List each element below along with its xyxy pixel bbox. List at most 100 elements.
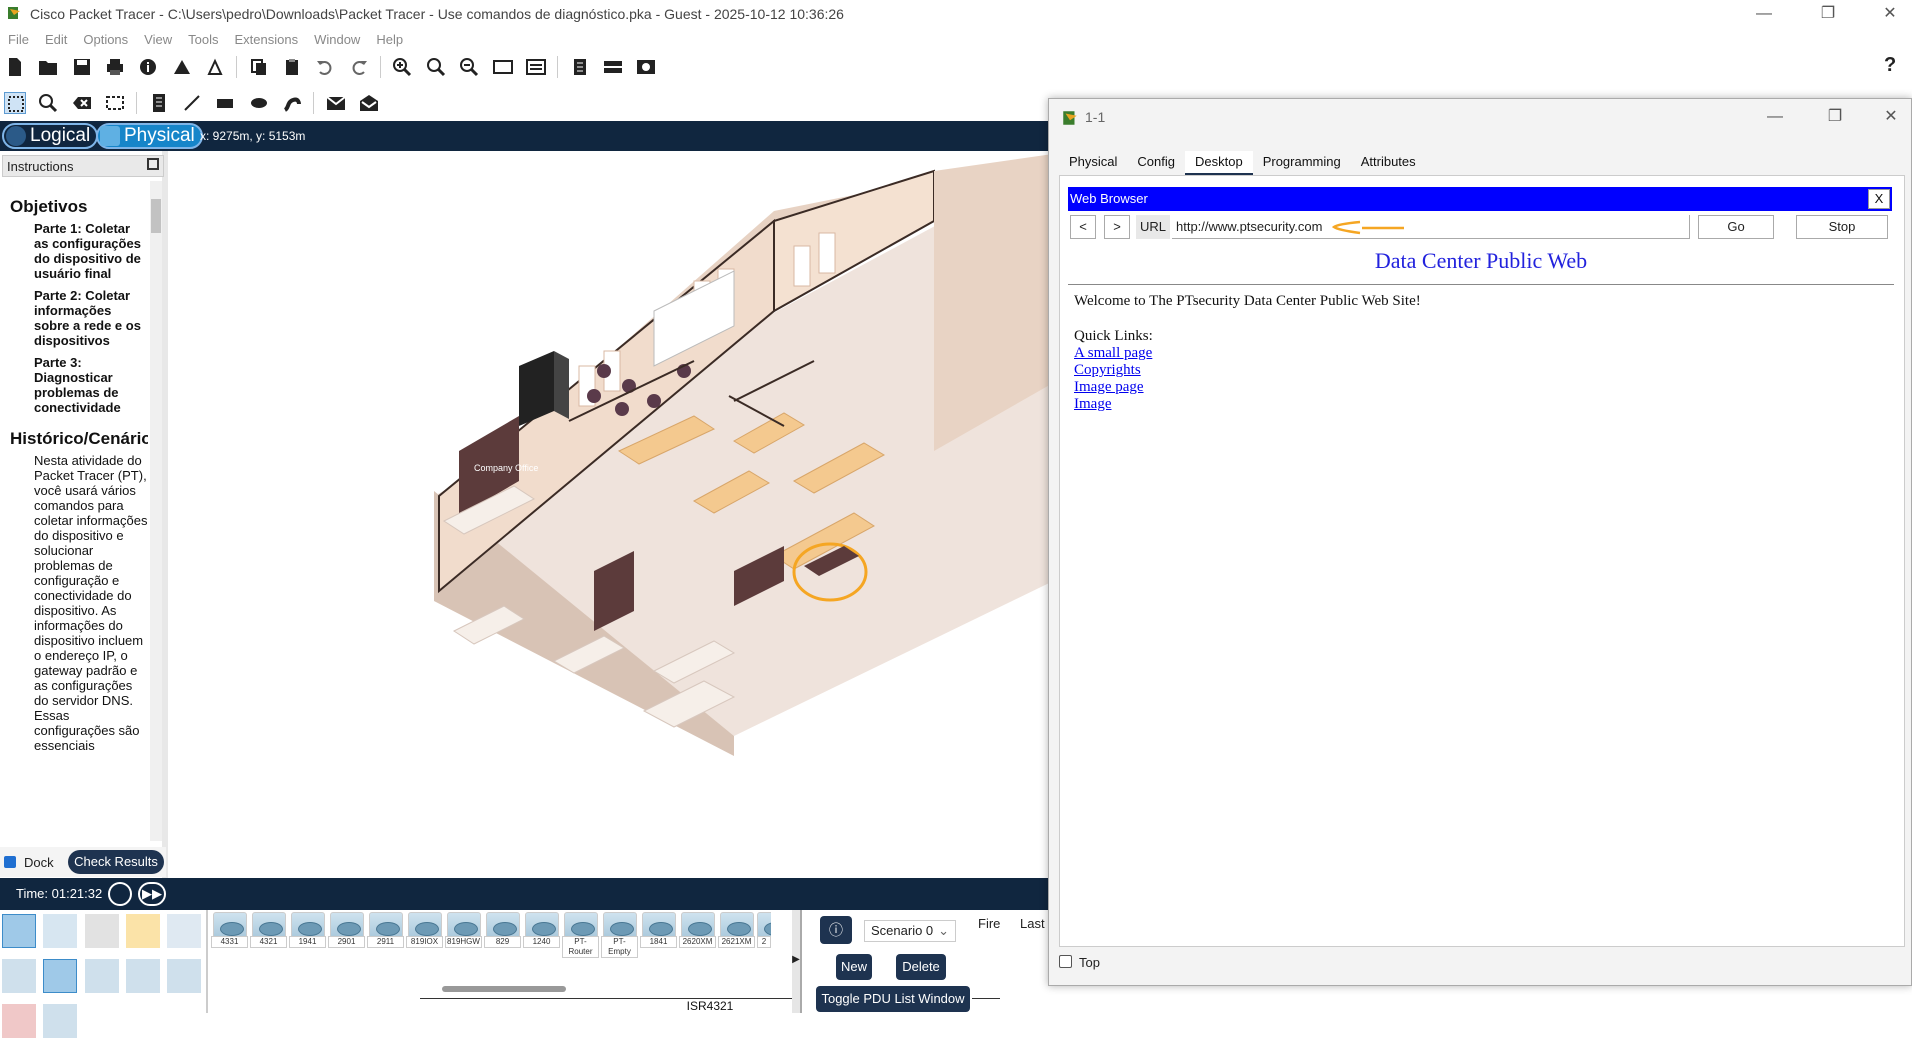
- info-button-icon[interactable]: ⓘ: [820, 916, 852, 944]
- resize-shape-icon[interactable]: [104, 92, 126, 114]
- draw-ellipse-icon[interactable]: [248, 92, 270, 114]
- device-1841[interactable]: 1841: [640, 912, 677, 948]
- back-button[interactable]: <: [1070, 215, 1096, 239]
- collapse-arrow-icon[interactable]: ▶: [792, 910, 800, 1013]
- routers-subcategory-icon[interactable]: [43, 959, 78, 993]
- network-devices-category-icon[interactable]: [2, 914, 36, 948]
- device-819hgw[interactable]: 819HGW: [445, 912, 482, 948]
- top-checkbox[interactable]: [1059, 955, 1072, 968]
- device-pt-router[interactable]: PT-Router: [562, 912, 599, 958]
- switches-subcategory-icon[interactable]: [84, 959, 119, 993]
- redo-icon[interactable]: [348, 56, 370, 78]
- device-1941[interactable]: 1941: [289, 912, 326, 948]
- network-info-icon[interactable]: [602, 56, 624, 78]
- screenshot-icon[interactable]: [635, 56, 657, 78]
- menu-tools[interactable]: Tools: [188, 32, 218, 47]
- device-list-scrollbar[interactable]: [442, 986, 566, 992]
- dialog-close-button[interactable]: ✕: [1879, 107, 1903, 127]
- menu-edit[interactable]: Edit: [45, 32, 67, 47]
- physical-mode-button[interactable]: Physical: [96, 123, 203, 149]
- zoom-out-icon[interactable]: [458, 56, 480, 78]
- device-4331[interactable]: 4331: [211, 912, 248, 948]
- tab-attributes[interactable]: Attributes: [1351, 151, 1426, 173]
- components-category-icon[interactable]: [84, 914, 119, 948]
- device-pt-empty[interactable]: PT-Empty: [601, 912, 638, 958]
- end-devices-category-icon[interactable]: [43, 914, 78, 948]
- freeform-icon[interactable]: [281, 92, 303, 114]
- inspect-icon[interactable]: [37, 92, 59, 114]
- misc-category-icon[interactable]: [167, 914, 202, 948]
- minimize-button[interactable]: —: [1752, 4, 1776, 24]
- menu-options[interactable]: Options: [83, 32, 128, 47]
- zoom-reset-icon[interactable]: [425, 56, 447, 78]
- logical-mode-button[interactable]: Logical: [2, 123, 99, 149]
- device-4321[interactable]: 4321: [250, 912, 287, 948]
- device-2621xm[interactable]: 2621XM: [718, 912, 755, 948]
- wireless-subcategory-icon[interactable]: [167, 959, 202, 993]
- instructions-scrollbar[interactable]: [150, 181, 162, 841]
- dialog-maximize-button[interactable]: ❐: [1823, 107, 1847, 127]
- close-button[interactable]: ✕: [1878, 4, 1902, 24]
- link-image[interactable]: Image: [1074, 396, 1894, 413]
- security-subcategory-icon[interactable]: [2, 1004, 36, 1038]
- reset-time-icon[interactable]: [108, 882, 132, 906]
- new-file-icon[interactable]: [4, 56, 26, 78]
- draw-line-icon[interactable]: [181, 92, 203, 114]
- drawing-palette-icon[interactable]: [492, 56, 514, 78]
- toggle-pdu-list-button[interactable]: Toggle PDU List Window: [816, 986, 970, 1012]
- link-small-page[interactable]: A small page: [1074, 345, 1894, 362]
- new-scenario-button[interactable]: New: [836, 954, 872, 980]
- custom-device-icon[interactable]: [204, 56, 226, 78]
- add-complex-pdu-icon[interactable]: [358, 92, 380, 114]
- device-829[interactable]: 829: [484, 912, 521, 948]
- web-browser-close-button[interactable]: X: [1868, 189, 1890, 209]
- menu-help[interactable]: Help: [376, 32, 403, 47]
- info-icon[interactable]: [137, 56, 159, 78]
- undock-icon[interactable]: [147, 158, 159, 170]
- scenario-select[interactable]: Scenario 0 ⌄: [864, 920, 956, 942]
- link-image-page[interactable]: Image page: [1074, 379, 1894, 396]
- delete-scenario-button[interactable]: Delete: [896, 954, 946, 980]
- tab-desktop[interactable]: Desktop: [1185, 151, 1253, 176]
- device-1240[interactable]: 1240: [523, 912, 560, 948]
- dialog-minimize-button[interactable]: —: [1763, 107, 1787, 127]
- multiuser-category-icon[interactable]: [2, 959, 36, 993]
- physical-workspace-canvas[interactable]: Company Office: [174, 151, 1050, 878]
- copy-icon[interactable]: [248, 56, 270, 78]
- connections-category-icon[interactable]: [126, 914, 161, 948]
- menu-file[interactable]: File: [8, 32, 29, 47]
- undo-icon[interactable]: [314, 56, 336, 78]
- delete-tool-icon[interactable]: [71, 92, 93, 114]
- menu-view[interactable]: View: [144, 32, 172, 47]
- menu-extensions[interactable]: Extensions: [234, 32, 298, 47]
- activity-wizard-icon[interactable]: [171, 56, 193, 78]
- link-copyrights[interactable]: Copyrights: [1074, 362, 1894, 379]
- device-2901[interactable]: 2901: [328, 912, 365, 948]
- check-results-button[interactable]: Check Results: [68, 850, 164, 874]
- url-input[interactable]: http://www.ptsecurity.com: [1172, 215, 1690, 239]
- tab-programming[interactable]: Programming: [1253, 151, 1351, 173]
- device-819iox[interactable]: 819IOX: [406, 912, 443, 948]
- save-icon[interactable]: [71, 56, 93, 78]
- paste-icon[interactable]: [281, 56, 303, 78]
- cluster-icon[interactable]: [569, 56, 591, 78]
- place-note-icon[interactable]: [148, 92, 170, 114]
- custom-devices-dialog-icon[interactable]: [525, 56, 547, 78]
- add-simple-pdu-icon[interactable]: [325, 92, 347, 114]
- scrollbar-thumb[interactable]: [151, 199, 161, 233]
- device-partial[interactable]: 2: [757, 912, 771, 948]
- device-2620xm[interactable]: 2620XM: [679, 912, 716, 948]
- forward-button[interactable]: >: [1104, 215, 1130, 239]
- hubs-subcategory-icon[interactable]: [126, 959, 161, 993]
- fast-forward-icon[interactable]: ▶▶: [138, 882, 166, 906]
- dock-checkbox[interactable]: [4, 856, 16, 868]
- help-icon[interactable]: ?: [1884, 54, 1896, 77]
- select-tool-icon[interactable]: [4, 92, 26, 114]
- go-button[interactable]: Go: [1698, 215, 1774, 239]
- tab-physical[interactable]: Physical: [1059, 151, 1127, 173]
- print-icon[interactable]: [104, 56, 126, 78]
- stop-button[interactable]: Stop: [1796, 215, 1888, 239]
- open-folder-icon[interactable]: [37, 56, 59, 78]
- menu-window[interactable]: Window: [314, 32, 360, 47]
- wan-emulation-subcategory-icon[interactable]: [43, 1004, 78, 1038]
